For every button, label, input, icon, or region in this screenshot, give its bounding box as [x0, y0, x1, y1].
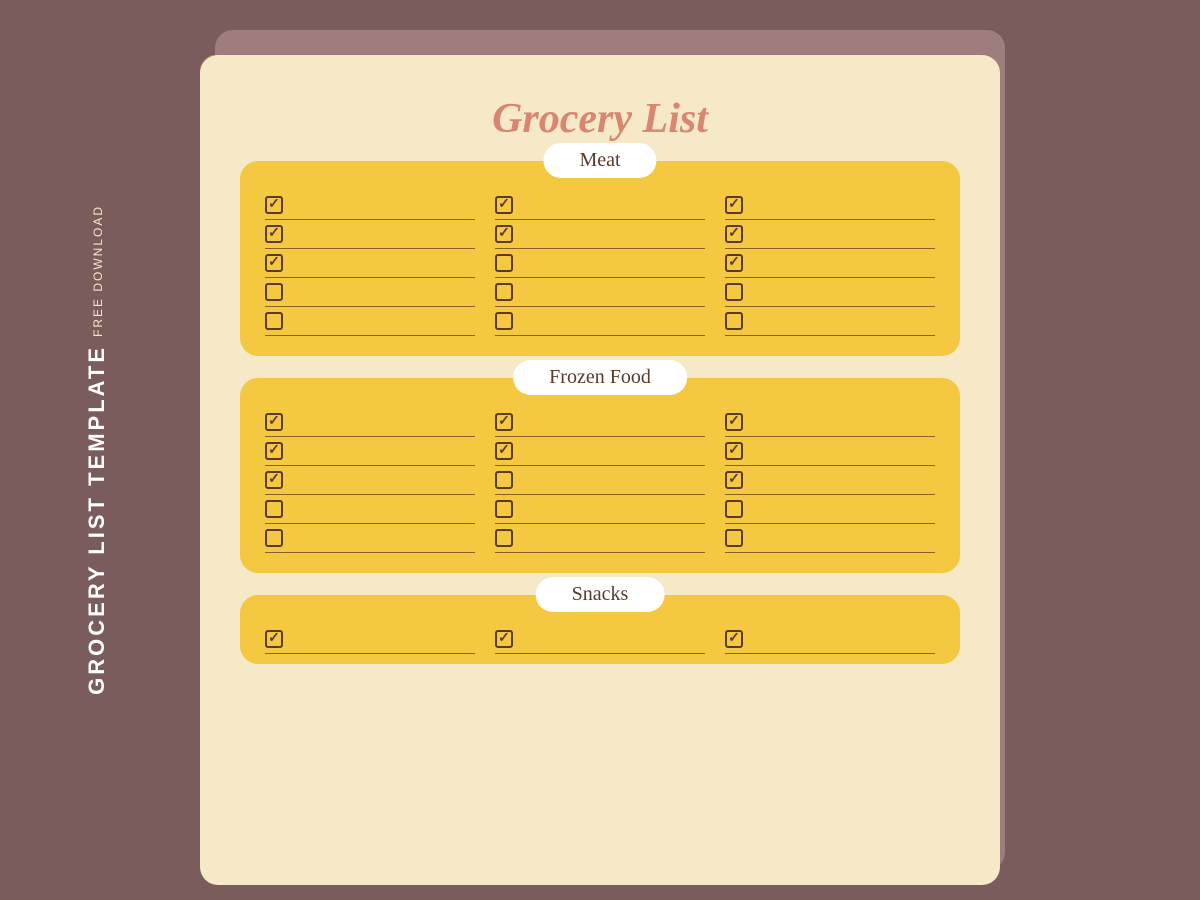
checkbox[interactable]: ✓: [725, 630, 743, 648]
list-item[interactable]: ✓: [725, 408, 935, 437]
checkbox[interactable]: [265, 312, 283, 330]
checkbox[interactable]: ✓: [265, 254, 283, 272]
checkbox[interactable]: ✓: [265, 225, 283, 243]
sidebar: FREE DOWNLOAD GROCERY LIST TEMPLATE: [0, 0, 195, 900]
frozen-food-label: Frozen Food: [513, 360, 687, 395]
list-item[interactable]: [265, 524, 475, 553]
list-item[interactable]: [725, 307, 935, 336]
checkbox[interactable]: ✓: [725, 413, 743, 431]
snacks-section: Snacks ✓ ✓ ✓: [240, 595, 960, 664]
snacks-checklist: ✓ ✓ ✓: [265, 625, 935, 654]
checkbox[interactable]: ✓: [265, 630, 283, 648]
checkbox[interactable]: ✓: [495, 196, 513, 214]
checkbox[interactable]: ✓: [265, 442, 283, 460]
meat-checklist: ✓ ✓ ✓ ✓ ✓: [265, 191, 935, 336]
checkbox[interactable]: ✓: [725, 471, 743, 489]
list-item[interactable]: [725, 278, 935, 307]
checkbox[interactable]: [495, 529, 513, 547]
checkbox[interactable]: [495, 471, 513, 489]
checkbox[interactable]: ✓: [495, 442, 513, 460]
checkbox[interactable]: [725, 529, 743, 547]
list-item[interactable]: ✓: [265, 625, 475, 654]
list-item[interactable]: [265, 307, 475, 336]
checkbox[interactable]: ✓: [265, 471, 283, 489]
list-item[interactable]: [725, 495, 935, 524]
list-item[interactable]: ✓: [725, 625, 935, 654]
checkbox[interactable]: ✓: [265, 196, 283, 214]
frozen-food-checklist: ✓ ✓ ✓ ✓ ✓: [265, 408, 935, 553]
list-item[interactable]: ✓: [495, 437, 705, 466]
checkbox[interactable]: [495, 312, 513, 330]
snacks-label: Snacks: [536, 577, 665, 612]
checkbox[interactable]: [495, 254, 513, 272]
list-item[interactable]: ✓: [725, 437, 935, 466]
checkbox[interactable]: ✓: [495, 413, 513, 431]
checkbox[interactable]: ✓: [725, 442, 743, 460]
checkbox[interactable]: [725, 283, 743, 301]
list-item[interactable]: ✓: [725, 466, 935, 495]
list-item[interactable]: ✓: [265, 249, 475, 278]
checkbox[interactable]: ✓: [725, 196, 743, 214]
list-item[interactable]: ✓: [725, 220, 935, 249]
checkbox[interactable]: [495, 500, 513, 518]
list-item[interactable]: ✓: [495, 625, 705, 654]
checkbox[interactable]: [265, 529, 283, 547]
list-item[interactable]: ✓: [265, 408, 475, 437]
checkbox[interactable]: ✓: [495, 630, 513, 648]
frozen-food-section: Frozen Food ✓ ✓ ✓ ✓: [240, 378, 960, 573]
checkbox[interactable]: [495, 283, 513, 301]
checkbox[interactable]: ✓: [265, 413, 283, 431]
page-title: Grocery List: [240, 95, 960, 143]
list-item[interactable]: [495, 278, 705, 307]
meat-section: Meat ✓ ✓ ✓ ✓: [240, 161, 960, 356]
sidebar-free-label: FREE DOWNLOAD: [91, 205, 105, 337]
list-item[interactable]: [495, 466, 705, 495]
list-item[interactable]: [495, 524, 705, 553]
checkbox[interactable]: ✓: [725, 225, 743, 243]
list-item[interactable]: [495, 249, 705, 278]
list-item[interactable]: [725, 524, 935, 553]
list-item[interactable]: ✓: [265, 437, 475, 466]
checkbox[interactable]: ✓: [725, 254, 743, 272]
sidebar-main-label: GROCERY LIST TEMPLATE: [85, 345, 109, 695]
meat-label: Meat: [543, 143, 656, 178]
checkbox[interactable]: [725, 312, 743, 330]
list-item[interactable]: [265, 495, 475, 524]
checkbox[interactable]: ✓: [495, 225, 513, 243]
outer-wrapper: Grocery List Meat ✓ ✓ ✓: [0, 0, 1200, 900]
list-item[interactable]: ✓: [265, 220, 475, 249]
checkbox[interactable]: [265, 283, 283, 301]
list-item[interactable]: [495, 495, 705, 524]
list-item[interactable]: ✓: [725, 191, 935, 220]
list-item[interactable]: ✓: [495, 220, 705, 249]
list-item[interactable]: [265, 278, 475, 307]
list-item[interactable]: ✓: [265, 191, 475, 220]
paper: Grocery List Meat ✓ ✓ ✓: [200, 55, 1000, 885]
checkbox[interactable]: [265, 500, 283, 518]
list-item[interactable]: ✓: [495, 191, 705, 220]
list-item[interactable]: [495, 307, 705, 336]
list-item[interactable]: ✓: [265, 466, 475, 495]
list-item[interactable]: ✓: [725, 249, 935, 278]
list-item[interactable]: ✓: [495, 408, 705, 437]
checkbox[interactable]: [725, 500, 743, 518]
